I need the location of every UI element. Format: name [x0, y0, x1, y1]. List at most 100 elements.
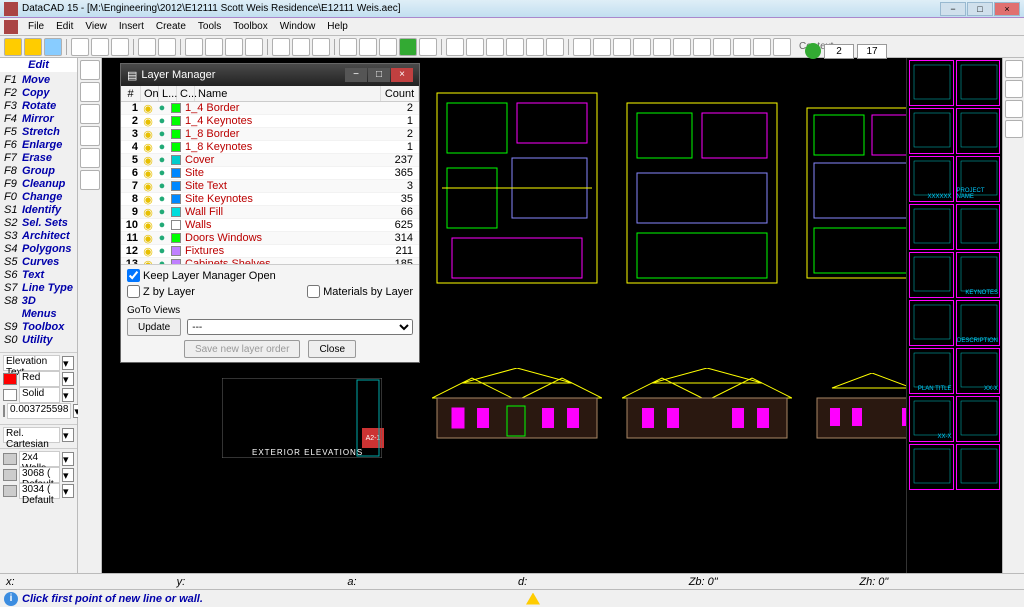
rtool-1-icon[interactable] [1005, 60, 1023, 78]
color-swatch[interactable] [3, 373, 17, 385]
dropdown-icon[interactable]: ▾ [62, 468, 74, 482]
tool-c6-icon[interactable] [673, 38, 691, 56]
tool-c8-icon[interactable] [713, 38, 731, 56]
goto-select[interactable]: --- [187, 319, 413, 335]
fn-line-type[interactable]: S7Line Type [4, 282, 73, 295]
bulb-icon[interactable]: ◉ [141, 167, 155, 180]
thumbnail[interactable] [956, 108, 1001, 154]
prop-color[interactable]: Red [19, 371, 60, 387]
layer-color-swatch[interactable] [171, 181, 181, 191]
menu-window[interactable]: Window [274, 21, 322, 32]
tool-undo-icon[interactable] [4, 38, 22, 56]
fn-rotate[interactable]: F3Rotate [4, 100, 73, 113]
thumbnail[interactable]: XX-X [909, 396, 954, 442]
tool-line-icon[interactable] [272, 38, 290, 56]
lock-icon[interactable]: ● [155, 245, 169, 257]
tool-b5-icon[interactable] [526, 38, 544, 56]
layer-row[interactable]: 5◉●Cover237 [121, 154, 419, 167]
tool-c7-icon[interactable] [693, 38, 711, 56]
lock-icon[interactable]: ● [155, 115, 169, 127]
fn-copy[interactable]: F2Copy [4, 87, 73, 100]
layer-row[interactable]: 4◉●1_8 Keynotes1 [121, 141, 419, 154]
tool-camera-icon[interactable] [138, 38, 156, 56]
thumbnail[interactable] [909, 300, 954, 346]
bulb-icon[interactable]: ◉ [141, 180, 155, 193]
layer-color-swatch[interactable] [171, 142, 181, 152]
menu-help[interactable]: Help [321, 21, 354, 32]
lock-icon[interactable]: ● [155, 232, 169, 244]
menu-edit[interactable]: Edit [50, 21, 79, 32]
tool-context-icon[interactable] [773, 38, 791, 56]
rtool-4-icon[interactable] [1005, 120, 1023, 138]
dropdown-icon[interactable]: ▾ [62, 388, 74, 402]
lock-icon[interactable]: ● [155, 154, 169, 166]
menu-toolbox[interactable]: Toolbox [227, 21, 273, 32]
save-order-button[interactable]: Save new layer order [184, 340, 301, 358]
thumbnail[interactable] [956, 60, 1001, 106]
dialog-close-button[interactable]: × [391, 68, 413, 82]
side-tool-4-icon[interactable] [80, 126, 100, 146]
thumbnail[interactable]: XXXXXX [909, 156, 954, 202]
dialog-maximize-button[interactable]: □ [368, 68, 390, 82]
layer-row[interactable]: 7◉●Site Text3 [121, 180, 419, 193]
tool-3d-icon[interactable] [339, 38, 357, 56]
fn-polygons[interactable]: S4Polygons [4, 243, 73, 256]
tool-c10-icon[interactable] [753, 38, 771, 56]
lock-icon[interactable]: ● [155, 193, 169, 205]
layer-color-swatch[interactable] [171, 129, 181, 139]
layer-row[interactable]: 2◉●1_4 Keynotes1 [121, 115, 419, 128]
update-button[interactable]: Update [127, 318, 181, 336]
sheet-icon[interactable] [805, 43, 821, 59]
layer-color-swatch[interactable] [171, 103, 181, 113]
layer-row[interactable]: 3◉●1_8 Border2 [121, 128, 419, 141]
layer-color-swatch[interactable] [171, 207, 181, 217]
side-tool-3-icon[interactable] [80, 104, 100, 124]
thumbnail[interactable]: KEYNOTES [956, 252, 1001, 298]
bulb-icon[interactable]: ◉ [141, 141, 155, 154]
sheet-lock-icon[interactable] [890, 44, 904, 58]
tool-c5-icon[interactable] [653, 38, 671, 56]
tool-hatch2-icon[interactable] [225, 38, 243, 56]
side-tool-6-icon[interactable] [80, 170, 100, 190]
layer-row[interactable]: 8◉●Site Keynotes35 [121, 193, 419, 206]
tool-c4-icon[interactable] [633, 38, 651, 56]
layer-color-swatch[interactable] [171, 116, 181, 126]
tool-b2-icon[interactable] [466, 38, 484, 56]
tool-layer-icon[interactable] [245, 38, 263, 56]
layer-row[interactable]: 12◉●Fixtures211 [121, 245, 419, 258]
bulb-icon[interactable]: ◉ [141, 128, 155, 141]
thumbnail[interactable] [909, 204, 954, 250]
tool-globe-icon[interactable] [158, 38, 176, 56]
bulb-icon[interactable]: ◉ [141, 206, 155, 219]
maximize-button[interactable]: □ [967, 2, 993, 16]
layer-color-swatch[interactable] [171, 246, 181, 256]
bulb-icon[interactable]: ◉ [141, 232, 155, 245]
fn-identify[interactable]: S1Identify [4, 204, 73, 217]
bulb-icon[interactable]: ◉ [141, 102, 155, 115]
tool-ruler-icon[interactable] [111, 38, 129, 56]
fn-mirror[interactable]: F4Mirror [4, 113, 73, 126]
prop-scale[interactable]: 0.003725598 [7, 403, 71, 419]
prop-coord[interactable]: Rel. Cartesian [3, 427, 60, 443]
tool-arc-icon[interactable] [292, 38, 310, 56]
dialog-close-btn[interactable]: Close [308, 340, 356, 358]
fn-sel-sets[interactable]: S2Sel. Sets [4, 217, 73, 230]
fn-stretch[interactable]: F5Stretch [4, 126, 73, 139]
layer-row[interactable]: 11◉●Doors Windows314 [121, 232, 419, 245]
fn-text[interactable]: S6Text [4, 269, 73, 282]
tool-b3-icon[interactable] [486, 38, 504, 56]
dropdown-icon[interactable]: ▾ [62, 452, 74, 466]
close-button[interactable]: × [994, 2, 1020, 16]
thumbnail[interactable] [956, 204, 1001, 250]
sheet-field-b[interactable] [857, 44, 887, 59]
tool-view-icon[interactable] [419, 38, 437, 56]
hdr-lock[interactable]: L... [159, 86, 177, 101]
fn-cleanup[interactable]: F9Cleanup [4, 178, 73, 191]
hdr-count[interactable]: Count [381, 86, 419, 101]
thumbnail[interactable] [909, 108, 954, 154]
lock-icon[interactable]: ● [155, 219, 169, 231]
dialog-minimize-button[interactable]: − [345, 68, 367, 82]
tool-c1-icon[interactable] [573, 38, 591, 56]
thumbnail[interactable] [956, 444, 1001, 490]
tool-b6-icon[interactable] [546, 38, 564, 56]
